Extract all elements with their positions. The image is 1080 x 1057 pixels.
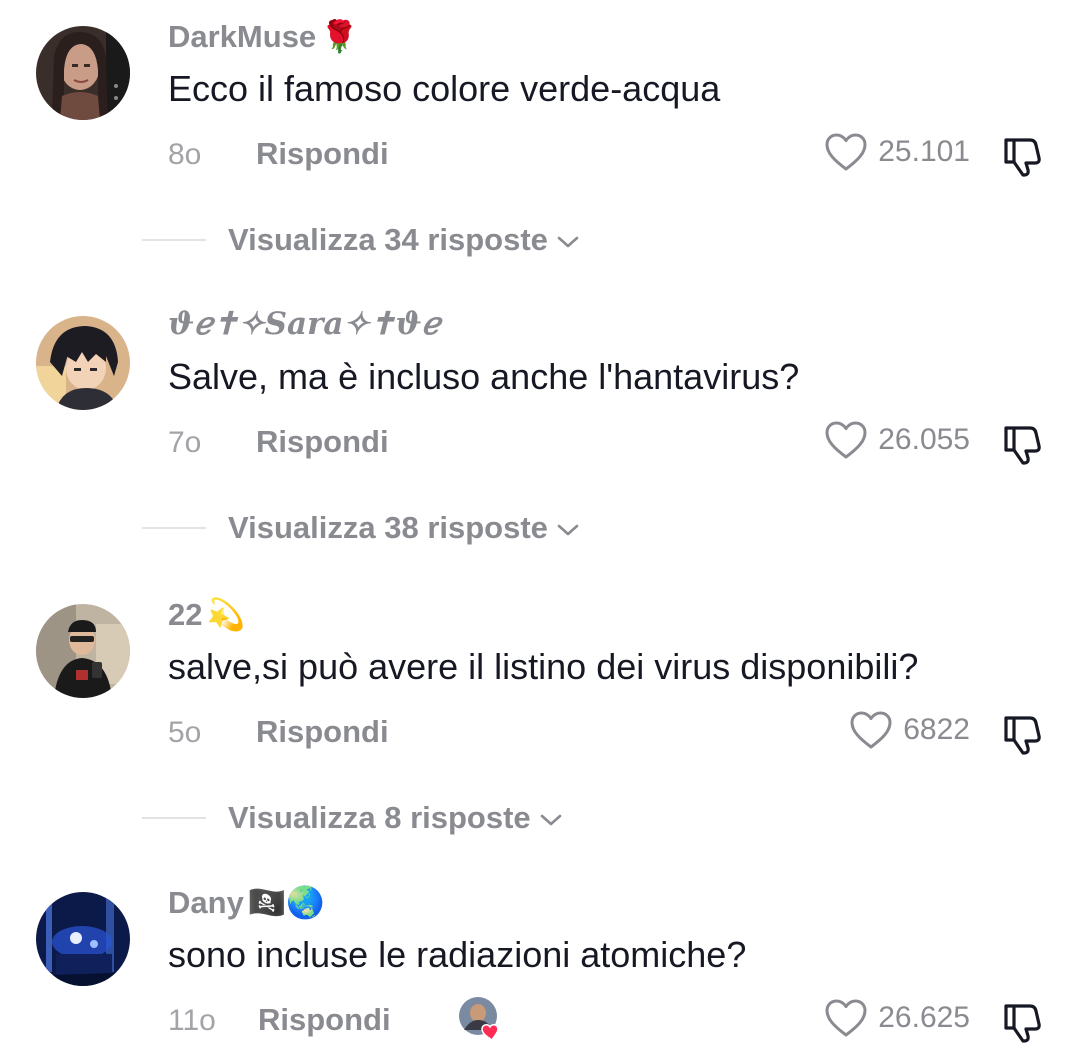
comment-time: 5o — [168, 716, 202, 749]
username[interactable]: DarkMuse 🌹 — [168, 18, 359, 55]
dizzy-star-emoji-icon: 💫 — [206, 597, 246, 632]
like-button[interactable]: 6822 — [849, 710, 970, 750]
creator-liked-badge — [458, 996, 504, 1042]
username[interactable]: Dany 🏴‍☠️🌏 — [168, 884, 325, 921]
username[interactable]: ϑℯ✝✧𝑺𝒂𝒓𝒂✧✝ϑℯ — [168, 306, 440, 342]
chevron-down-icon — [557, 524, 579, 536]
dislike-button[interactable] — [998, 714, 1048, 756]
avatar[interactable] — [36, 892, 130, 986]
red-heart-icon — [481, 1024, 499, 1042]
reply-button[interactable]: Rispondi — [258, 1002, 391, 1038]
like-button[interactable]: 26.625 — [824, 998, 970, 1038]
dislike-button[interactable] — [998, 136, 1048, 178]
view-replies-button[interactable]: Visualizza 38 risposte — [142, 510, 580, 546]
username-text: Dany — [168, 884, 244, 920]
divider-line — [142, 817, 206, 819]
comment-item: Dany 🏴‍☠️🌏 sono incluse le radiazioni at… — [0, 866, 1080, 1057]
reply-button[interactable]: Rispondi — [256, 136, 389, 172]
thumbs-down-icon — [1004, 138, 1041, 177]
heart-outline-icon — [850, 711, 892, 749]
username[interactable]: 22 💫 — [168, 596, 245, 633]
comment-text: Salve, ma è incluso anche l'hantavirus? — [168, 356, 800, 397]
view-replies-button[interactable]: Visualizza 34 risposte — [142, 222, 580, 258]
username-text: 22 — [168, 596, 203, 632]
thumbs-down-icon — [1004, 1004, 1041, 1043]
divider-line — [142, 239, 206, 241]
chevron-down-icon — [557, 236, 579, 248]
view-replies-label: Visualizza 8 risposte — [228, 800, 531, 835]
comment-item: DarkMuse 🌹 Ecco il famoso colore verde-a… — [0, 0, 1080, 288]
avatar[interactable] — [36, 26, 130, 120]
like-count: 26.625 — [878, 1001, 970, 1034]
dislike-button[interactable] — [998, 1002, 1048, 1044]
divider-line — [142, 527, 206, 529]
heart-outline-icon — [825, 133, 867, 171]
username-text: ϑℯ✝✧𝑺𝒂𝒓𝒂✧✝ϑℯ — [168, 306, 441, 342]
heart-outline-icon — [825, 421, 867, 459]
view-replies-button[interactable]: Visualizza 8 risposte — [142, 800, 563, 836]
pirate-flag-globe-emoji-icon: 🏴‍☠️🌏 — [247, 885, 326, 920]
comment-text: Ecco il famoso colore verde-acqua — [168, 68, 721, 109]
heart-outline-icon — [825, 999, 867, 1037]
like-count: 26.055 — [878, 423, 970, 456]
comment-item: ϑℯ✝✧𝑺𝒂𝒓𝒂✧✝ϑℯ Salve, ma è incluso anche l… — [0, 288, 1080, 576]
username-text: DarkMuse — [168, 18, 317, 54]
rose-emoji-icon: 🌹 — [320, 19, 359, 54]
reply-button[interactable]: Rispondi — [256, 714, 389, 750]
avatar[interactable] — [36, 604, 130, 698]
thumbs-down-icon — [1004, 426, 1041, 465]
dislike-button[interactable] — [998, 424, 1048, 466]
comment-item: 22 💫 salve,si può avere il listino dei v… — [0, 578, 1080, 866]
comment-time: 7o — [168, 426, 202, 459]
thumbs-down-icon — [1004, 716, 1041, 755]
comment-text: salve,si può avere il listino dei virus … — [168, 646, 919, 687]
view-replies-label: Visualizza 34 risposte — [228, 222, 548, 257]
like-button[interactable]: 25.101 — [824, 132, 970, 172]
comment-text: sono incluse le radiazioni atomiche? — [168, 934, 747, 975]
like-count: 6822 — [903, 713, 970, 746]
like-button[interactable]: 26.055 — [824, 420, 970, 460]
avatar[interactable] — [36, 316, 130, 410]
reply-button[interactable]: Rispondi — [256, 424, 389, 460]
like-count: 25.101 — [878, 135, 970, 168]
comment-time: 11o — [168, 1004, 216, 1037]
comment-time: 8o — [168, 138, 202, 171]
chevron-down-icon — [540, 814, 561, 826]
view-replies-label: Visualizza 38 risposte — [228, 510, 548, 545]
